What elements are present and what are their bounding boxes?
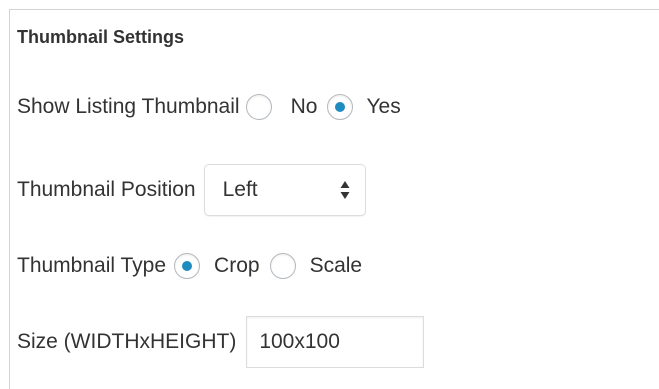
thumbnail-type-crop-radio[interactable] bbox=[174, 253, 201, 279]
thumbnail-size-value: 100x100 bbox=[259, 330, 340, 353]
thumbnail-position-label: Thumbnail Position bbox=[17, 178, 196, 201]
thumbnail-type-scale-radio[interactable] bbox=[269, 253, 296, 279]
thumbnail-type-scale-label[interactable]: Scale bbox=[310, 254, 363, 278]
section-title: Thumbnail Settings bbox=[17, 27, 185, 47]
show-thumbnail-no-radio[interactable] bbox=[245, 94, 272, 120]
show-thumbnail-no-label[interactable]: No bbox=[291, 95, 318, 119]
thumbnail-size-input[interactable]: 100x100 bbox=[246, 316, 425, 368]
select-updown-arrows-icon bbox=[340, 181, 350, 199]
show-thumbnail-yes-label[interactable]: Yes bbox=[366, 95, 400, 119]
show-thumbnail-yes-radio[interactable] bbox=[327, 94, 354, 120]
show-thumbnail-row: Show Listing Thumbnail No Yes bbox=[17, 92, 401, 122]
thumbnail-type-crop-label[interactable]: Crop bbox=[214, 254, 260, 278]
thumbnail-position-row: Thumbnail Position Left bbox=[17, 164, 366, 216]
show-thumbnail-label: Show Listing Thumbnail bbox=[17, 95, 240, 118]
thumbnail-type-label: Thumbnail Type bbox=[17, 254, 167, 277]
thumbnail-position-value: Left bbox=[222, 178, 258, 201]
thumbnail-type-row: Thumbnail Type Crop Scale bbox=[17, 251, 362, 281]
thumbnail-size-label: Size (WIDTHxHEIGHT) bbox=[17, 330, 237, 353]
thumbnail-position-select[interactable]: Left bbox=[203, 164, 366, 216]
thumbnail-size-row: Size (WIDTHxHEIGHT) 100x100 bbox=[17, 316, 425, 368]
